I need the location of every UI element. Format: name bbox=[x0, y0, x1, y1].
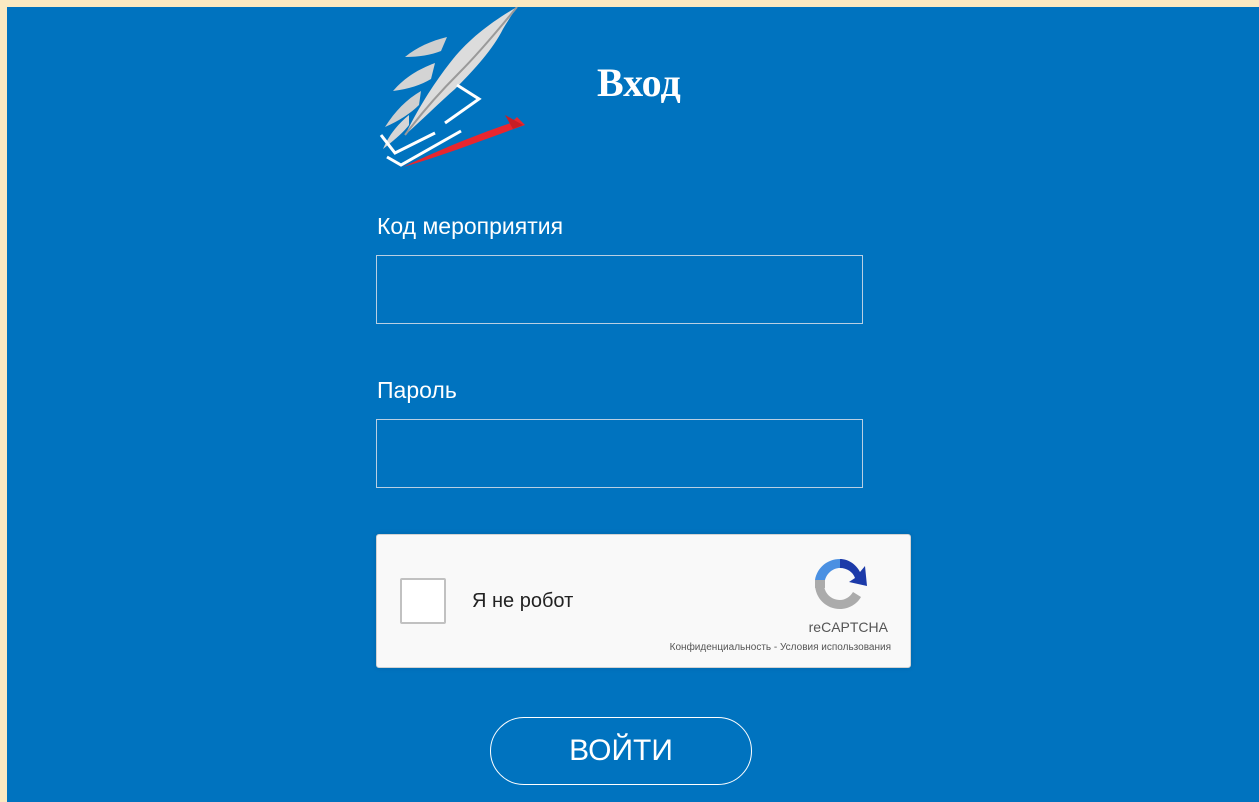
recaptcha-logo-icon bbox=[815, 559, 867, 609]
recaptcha-checkbox[interactable] bbox=[400, 578, 446, 624]
recaptcha-privacy-link[interactable]: Конфиденциальность bbox=[670, 642, 771, 653]
event-code-label: Код мероприятия bbox=[377, 213, 564, 239]
recaptcha-widget: Я не робот reCAPTCHA Конфиденциальность … bbox=[376, 534, 911, 668]
password-label: Пароль bbox=[377, 377, 457, 403]
recaptcha-links: Конфиденциальность - Условия использован… bbox=[670, 643, 891, 653]
feather-quill-logo-icon bbox=[379, 7, 525, 167]
login-page: Вход Код мероприятия Пароль Я не робот r… bbox=[7, 7, 1259, 802]
password-input[interactable] bbox=[376, 419, 863, 488]
recaptcha-brand-text: reCAPTCHA bbox=[808, 619, 888, 635]
recaptcha-checkbox-label: Я не робот bbox=[472, 590, 574, 612]
recaptcha-terms-link[interactable]: Условия использования bbox=[780, 642, 891, 653]
login-submit-button[interactable]: ВОЙТИ bbox=[490, 717, 752, 785]
event-code-input[interactable] bbox=[376, 255, 863, 324]
page-title: Вход bbox=[597, 60, 681, 105]
recaptcha-links-separator: - bbox=[771, 642, 780, 653]
